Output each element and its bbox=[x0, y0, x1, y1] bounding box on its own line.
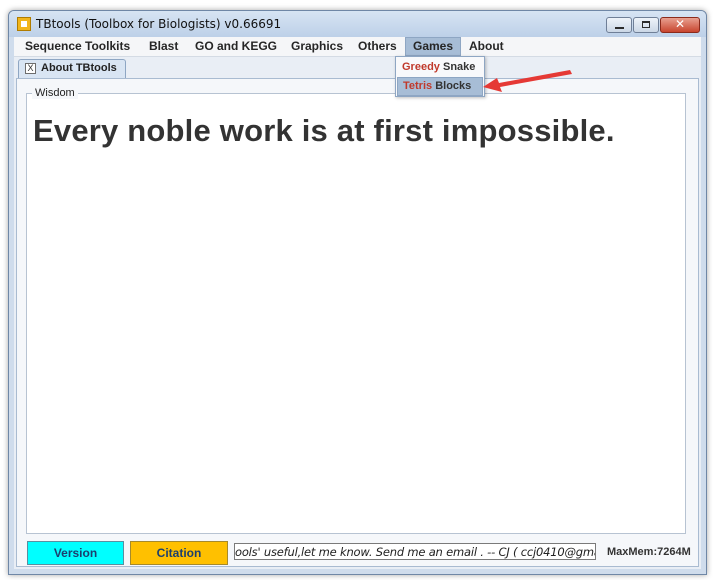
menu-item-greedy-snake-word1: Greedy bbox=[402, 61, 440, 73]
version-button[interactable]: Version bbox=[27, 541, 124, 565]
window-controls: ✕ bbox=[606, 17, 700, 33]
menu-item-greedy-snake[interactable]: Greedy Snake bbox=[397, 58, 483, 77]
tab-about-tbtools[interactable]: X About TBtools bbox=[18, 59, 126, 78]
tab-label: About TBtools bbox=[41, 62, 117, 74]
menu-item-tetris-blocks-word2: Blocks bbox=[432, 80, 472, 92]
menu-item-tetris-blocks[interactable]: Tetris Blocks bbox=[397, 77, 483, 96]
maximize-button[interactable] bbox=[633, 17, 659, 33]
menu-graphics[interactable]: Graphics bbox=[284, 37, 350, 56]
menu-sequence-toolkits[interactable]: Sequence Toolkits bbox=[18, 37, 137, 56]
tab-close-icon[interactable]: X bbox=[25, 63, 36, 74]
bottom-bar: Version Citation ools' useful,let me kno… bbox=[17, 541, 700, 567]
wisdom-legend: Wisdom bbox=[32, 87, 78, 99]
title-bar[interactable]: TBtools (Toolbox for Biologists) v0.6669… bbox=[9, 11, 706, 37]
minimize-icon bbox=[615, 27, 624, 29]
scrolling-message-text: ools' useful,let me know. Send me an ema… bbox=[235, 545, 595, 559]
arrow-shape bbox=[483, 70, 572, 92]
app-window: TBtools (Toolbox for Biologists) v0.6669… bbox=[8, 10, 707, 575]
close-icon: ✕ bbox=[674, 17, 686, 31]
games-dropdown: Greedy Snake Tetris Blocks bbox=[395, 56, 485, 97]
max-memory-label: MaxMem:7264M bbox=[607, 546, 691, 558]
wisdom-quote: Every noble work is at first impossible. bbox=[33, 113, 615, 148]
menu-about[interactable]: About bbox=[462, 37, 511, 56]
menu-item-greedy-snake-word2: Snake bbox=[439, 61, 476, 73]
minimize-button[interactable] bbox=[606, 17, 632, 33]
content-area: X About TBtools Wisdom Every noble work … bbox=[14, 57, 701, 569]
menu-bar: Sequence Toolkits Blast GO and KEGG Grap… bbox=[14, 37, 701, 57]
menu-item-tetris-blocks-word1: Tetris bbox=[403, 80, 433, 92]
pointer-arrow-icon bbox=[483, 70, 572, 92]
close-window-button[interactable]: ✕ bbox=[660, 17, 700, 33]
maximize-icon bbox=[642, 21, 650, 28]
citation-button[interactable]: Citation bbox=[130, 541, 228, 565]
app-logo-icon bbox=[17, 17, 31, 31]
scrolling-message: ools' useful,let me know. Send me an ema… bbox=[234, 543, 596, 560]
menu-games[interactable]: Games bbox=[405, 37, 461, 56]
tab-panel: Wisdom Every noble work is at first impo… bbox=[16, 78, 699, 567]
wisdom-panel: Wisdom Every noble work is at first impo… bbox=[26, 87, 686, 534]
menu-blast[interactable]: Blast bbox=[142, 37, 185, 56]
window-title: TBtools (Toolbox for Biologists) v0.6669… bbox=[36, 17, 282, 31]
menu-others[interactable]: Others bbox=[351, 37, 404, 56]
menu-go-and-kegg[interactable]: GO and KEGG bbox=[188, 37, 284, 56]
